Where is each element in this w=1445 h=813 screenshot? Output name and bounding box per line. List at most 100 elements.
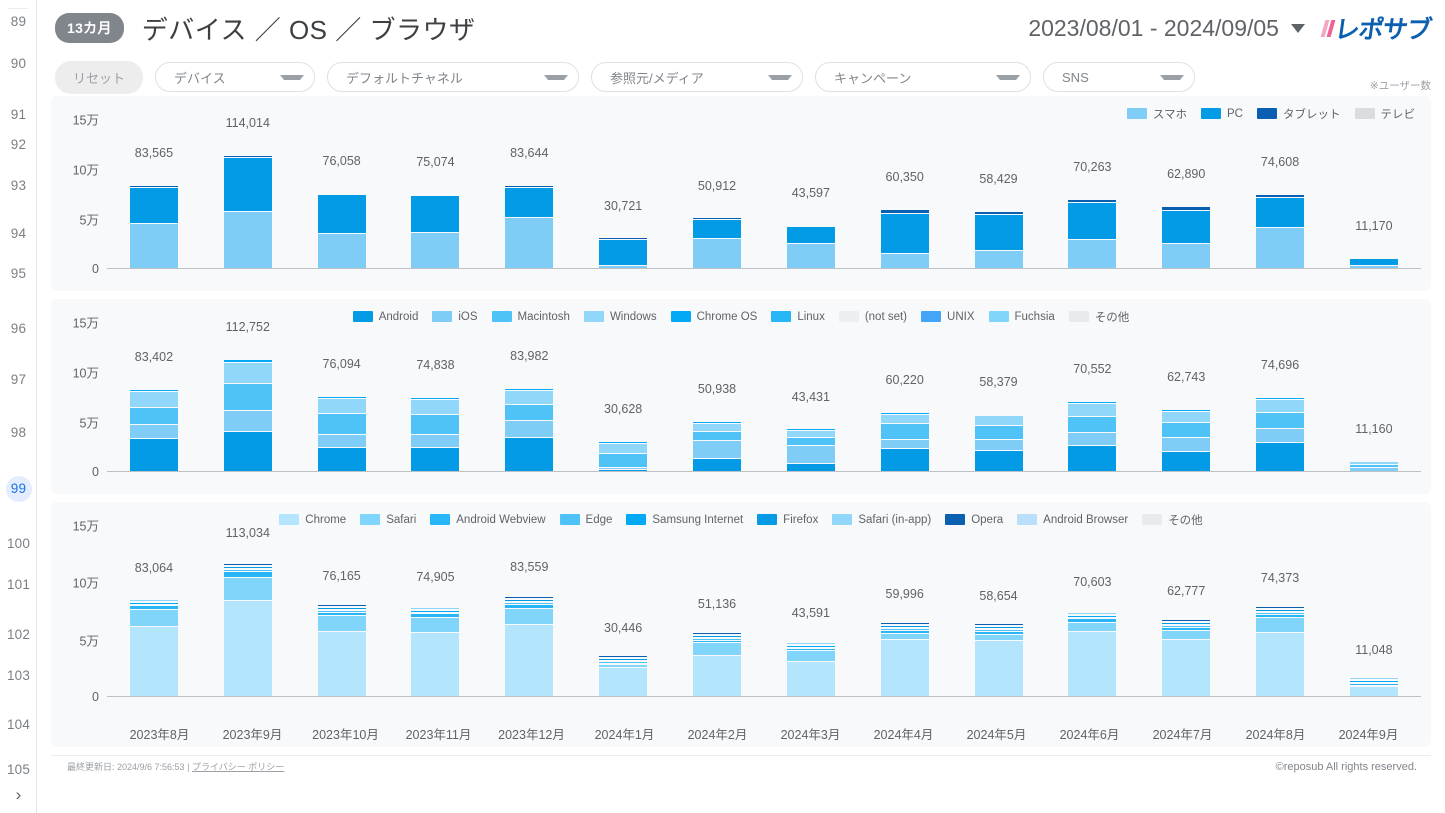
bar-segment[interactable] [505,437,554,472]
bar-segment[interactable] [786,650,835,661]
bar-segment[interactable] [1068,403,1117,416]
stacked-bar[interactable] [317,604,366,697]
legend-item-safari[interactable]: Safari [360,514,416,526]
chevron-down-icon[interactable] [996,74,1021,80]
privacy-policy-link[interactable]: プライバシー ポリシー [192,762,284,772]
bar-segment[interactable] [880,448,929,472]
bar-segment[interactable] [411,434,460,447]
legend-item-fuchsia[interactable]: Fuchsia [988,311,1055,323]
reset-button[interactable]: リセット [55,60,144,94]
bar-segment[interactable] [411,446,460,472]
page-number-100[interactable]: 100 [0,531,37,557]
bar-segment[interactable] [1162,242,1211,269]
legend-item--[interactable]: その他 [1142,512,1203,528]
chevron-down-icon[interactable] [280,74,305,80]
bar-column[interactable]: 43,431 [786,325,835,472]
chevron-down-icon[interactable] [768,74,793,80]
legend-item-opera[interactable]: Opera [945,514,1003,526]
bar-segment[interactable] [880,252,929,269]
legend-item-pc[interactable]: PC [1201,108,1243,120]
bar-segment[interactable] [880,439,929,448]
legend-item-firefox[interactable]: Firefox [757,514,818,526]
bar-column[interactable]: 58,429 [974,122,1023,269]
bar-column[interactable]: 30,446 [599,528,648,697]
bar-column[interactable]: 11,160 [1349,325,1398,472]
filter-select-3[interactable]: キャンペーン [815,62,1032,92]
stacked-bar[interactable] [974,623,1023,697]
legend-item-macintosh[interactable]: Macintosh [491,311,570,323]
bar-segment[interactable] [1349,258,1398,265]
browser-chart-bars[interactable]: 83,064 113,034 76,165 74,905 83,559 30,446 51,… [107,526,1421,721]
bar-segment[interactable] [599,667,648,697]
stacked-bar[interactable] [1162,619,1211,697]
legend-item-android-browser[interactable]: Android Browser [1017,514,1128,526]
stacked-bar[interactable] [974,210,1023,269]
chevron-down-icon[interactable] [544,74,569,80]
stacked-bar[interactable] [129,388,178,472]
bar-segment[interactable] [1162,209,1211,243]
stacked-bar[interactable] [1256,194,1305,269]
bar-segment[interactable] [1068,621,1117,632]
bar-segment[interactable] [1256,227,1305,269]
bar-column[interactable]: 83,644 [505,122,554,269]
bar-segment[interactable] [1162,629,1211,639]
bar-column[interactable]: 59,996 [880,528,929,697]
bar-segment[interactable] [1256,617,1305,633]
stacked-bar[interactable] [317,192,366,269]
bar-segment[interactable] [129,437,178,472]
bar-segment[interactable] [223,361,272,383]
stacked-bar[interactable] [786,640,835,697]
stacked-bar[interactable] [317,395,366,472]
bar-segment[interactable] [505,389,554,404]
bar-segment[interactable] [692,430,741,440]
page-number-97[interactable]: 97 [0,367,37,393]
bar-segment[interactable] [129,223,178,269]
stacked-bar[interactable] [692,217,741,269]
stacked-bar[interactable] [1162,206,1211,269]
page-number-89[interactable]: 89 [0,9,37,35]
bar-segment[interactable] [599,453,648,467]
bar-segment[interactable] [786,429,835,437]
bar-segment[interactable] [505,217,554,269]
bar-segment[interactable] [129,407,178,424]
bar-segment[interactable] [129,609,178,626]
bar-segment[interactable] [505,419,554,437]
bar-column[interactable]: 30,721 [599,122,648,269]
bar-segment[interactable] [411,231,460,269]
bar-segment[interactable] [599,442,648,453]
legend-item-samsung-internet[interactable]: Samsung Internet [626,514,743,526]
legend-item-ios[interactable]: iOS [432,311,478,323]
bar-segment[interactable] [505,186,554,217]
bar-segment[interactable] [974,425,1023,439]
legend-item--[interactable]: その他 [1068,309,1129,325]
page-number-101[interactable]: 101 [0,572,37,598]
bar-segment[interactable] [974,450,1023,472]
page-number-99[interactable]: 99 [0,476,37,502]
stacked-bar[interactable] [599,655,648,697]
bar-column[interactable]: 70,263 [1068,122,1117,269]
bar-segment[interactable] [880,413,929,423]
bar-segment[interactable] [1068,415,1117,432]
bar-segment[interactable] [317,447,366,472]
page-number-105[interactable]: 105 [0,757,37,783]
filter-select-4[interactable]: SNS [1043,62,1196,92]
bar-column[interactable]: 60,220 [880,325,929,472]
bar-segment[interactable] [692,440,741,458]
bar-column[interactable]: 70,603 [1068,528,1117,697]
bar-segment[interactable] [974,640,1023,697]
bar-segment[interactable] [223,383,272,410]
bar-segment[interactable] [786,226,835,243]
bar-segment[interactable] [1256,399,1305,412]
stacked-bar[interactable] [692,421,741,472]
bar-column[interactable]: 83,402 [129,325,178,472]
bar-column[interactable]: 58,654 [974,528,1023,697]
bar-column[interactable]: 74,373 [1256,528,1305,697]
bar-segment[interactable] [317,630,366,697]
bar-column[interactable]: 50,938 [692,325,741,472]
legend-item-linux[interactable]: Linux [771,311,825,323]
stacked-bar[interactable] [129,597,178,697]
bar-column[interactable]: 11,170 [1349,122,1398,269]
stacked-bar[interactable] [411,397,460,472]
bar-segment[interactable] [129,424,178,438]
date-range-label[interactable]: 2023/08/01 - 2024/09/05 [1028,15,1279,42]
